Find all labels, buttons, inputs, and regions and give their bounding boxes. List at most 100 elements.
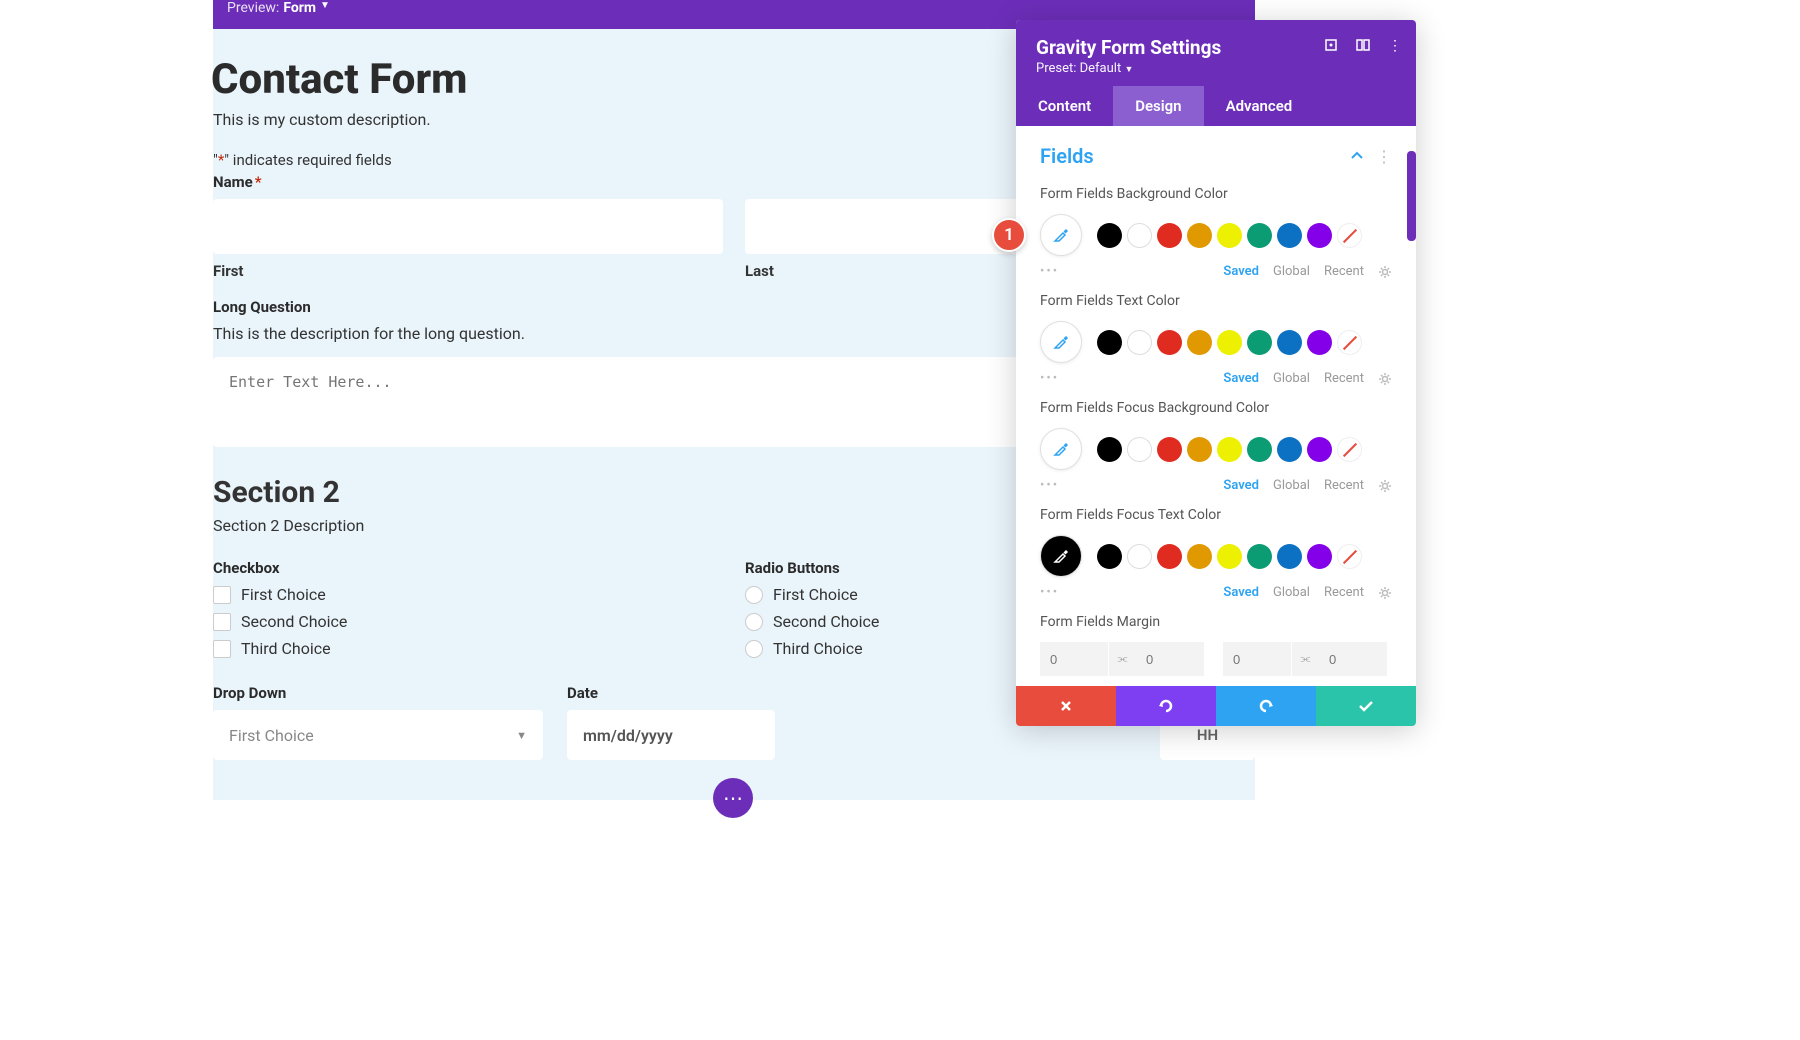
expand-icon[interactable]: [1324, 38, 1338, 54]
palette-tab-global[interactable]: Global: [1273, 478, 1310, 493]
color-swatch[interactable]: [1247, 437, 1272, 462]
more-icon[interactable]: •••: [1040, 371, 1059, 386]
checkbox-icon: [213, 640, 231, 658]
preset-dropdown[interactable]: Preset: Default ▼: [1036, 61, 1396, 76]
palette-tab-saved[interactable]: Saved: [1223, 371, 1259, 386]
color-swatch[interactable]: [1097, 437, 1122, 462]
link-icon[interactable]: ⫘: [1108, 642, 1136, 676]
panel-body: Fields ⋮ Form Fields Background Color ••…: [1016, 126, 1416, 686]
color-swatch[interactable]: [1277, 223, 1302, 248]
undo-button[interactable]: [1116, 686, 1216, 726]
gear-icon[interactable]: [1378, 372, 1392, 386]
tab-design[interactable]: Design: [1113, 86, 1203, 126]
module-actions-button[interactable]: ⋯: [713, 778, 753, 818]
eyedropper-button[interactable]: [1040, 321, 1082, 363]
gear-icon[interactable]: [1378, 586, 1392, 600]
palette-tab-saved[interactable]: Saved: [1223, 478, 1259, 493]
color-swatch[interactable]: [1307, 223, 1332, 248]
color-swatch[interactable]: [1157, 223, 1182, 248]
color-swatch[interactable]: [1157, 544, 1182, 569]
checkbox-icon: [213, 586, 231, 604]
color-swatch[interactable]: [1127, 544, 1152, 569]
tab-advanced[interactable]: Advanced: [1204, 86, 1315, 126]
collapse-icon[interactable]: [1350, 149, 1364, 163]
snap-icon[interactable]: [1356, 38, 1370, 54]
color-swatch[interactable]: [1277, 330, 1302, 355]
color-swatch[interactable]: [1307, 544, 1332, 569]
checkbox-icon: [213, 613, 231, 631]
palette-tab-recent[interactable]: Recent: [1324, 264, 1364, 279]
checkbox-option[interactable]: Second Choice: [213, 612, 723, 631]
margin-left-input[interactable]: [1223, 642, 1291, 676]
color-swatch[interactable]: [1247, 330, 1272, 355]
color-swatch[interactable]: [1217, 223, 1242, 248]
color-swatch-none[interactable]: [1337, 544, 1362, 569]
checkbox-option[interactable]: First Choice: [213, 585, 723, 604]
cancel-button[interactable]: [1016, 686, 1116, 726]
color-swatch[interactable]: [1127, 437, 1152, 462]
margin-right-input[interactable]: [1319, 642, 1387, 676]
color-swatch-none[interactable]: [1337, 330, 1362, 355]
preview-target: Form: [283, 0, 316, 16]
color-swatch[interactable]: [1187, 437, 1212, 462]
more-icon[interactable]: •••: [1040, 478, 1059, 493]
palette-tab-recent[interactable]: Recent: [1324, 371, 1364, 386]
color-swatch[interactable]: [1127, 223, 1152, 248]
color-swatch[interactable]: [1277, 544, 1302, 569]
color-swatch[interactable]: [1277, 437, 1302, 462]
date-label: Date: [567, 684, 775, 702]
margin-bottom-input[interactable]: [1136, 642, 1204, 676]
palette-tab-recent[interactable]: Recent: [1324, 585, 1364, 600]
color-swatch[interactable]: [1217, 437, 1242, 462]
gear-icon[interactable]: [1378, 479, 1392, 493]
eyedropper-icon: [1053, 334, 1069, 350]
more-icon[interactable]: •••: [1040, 264, 1059, 279]
color-swatch[interactable]: [1157, 437, 1182, 462]
panel-tabs: Content Design Advanced: [1016, 86, 1416, 126]
palette-tab-global[interactable]: Global: [1273, 264, 1310, 279]
color-swatch[interactable]: [1187, 223, 1212, 248]
checkbox-label: Checkbox: [213, 559, 723, 577]
dropdown-select[interactable]: First Choice ▼: [213, 710, 543, 760]
checkbox-option[interactable]: Third Choice: [213, 639, 723, 658]
color-swatch[interactable]: [1307, 437, 1332, 462]
radio-icon: [745, 586, 763, 604]
color-swatch[interactable]: [1097, 330, 1122, 355]
eyedropper-button[interactable]: [1040, 535, 1082, 577]
margin-top-input[interactable]: [1040, 642, 1108, 676]
color-swatch-none[interactable]: [1337, 437, 1362, 462]
more-icon[interactable]: ⋮: [1376, 147, 1392, 166]
more-icon[interactable]: •••: [1040, 585, 1059, 600]
fields-section-title[interactable]: Fields: [1040, 144, 1094, 168]
redo-button[interactable]: [1216, 686, 1316, 726]
first-name-input[interactable]: [213, 199, 723, 254]
color-swatch[interactable]: [1097, 544, 1122, 569]
date-input[interactable]: mm/dd/yyyy: [567, 710, 775, 760]
eyedropper-button[interactable]: [1040, 428, 1082, 470]
color-swatch[interactable]: [1217, 544, 1242, 569]
palette-tab-global[interactable]: Global: [1273, 585, 1310, 600]
palette-tab-global[interactable]: Global: [1273, 371, 1310, 386]
gear-icon[interactable]: [1378, 265, 1392, 279]
palette-tab-recent[interactable]: Recent: [1324, 478, 1364, 493]
color-swatch[interactable]: [1157, 330, 1182, 355]
save-button[interactable]: [1316, 686, 1416, 726]
color-swatch[interactable]: [1247, 544, 1272, 569]
tab-content[interactable]: Content: [1016, 86, 1113, 126]
palette-tab-saved[interactable]: Saved: [1223, 264, 1259, 279]
more-icon[interactable]: ⋮: [1388, 38, 1402, 54]
color-swatch-none[interactable]: [1337, 223, 1362, 248]
color-swatch[interactable]: [1217, 330, 1242, 355]
chevron-down-icon: ▼: [320, 0, 330, 11]
color-swatch[interactable]: [1307, 330, 1332, 355]
color-swatch[interactable]: [1127, 330, 1152, 355]
color-swatch[interactable]: [1187, 544, 1212, 569]
color-swatch[interactable]: [1187, 330, 1212, 355]
palette-tab-saved[interactable]: Saved: [1223, 585, 1259, 600]
color-section-label: Form Fields Text Color: [1040, 293, 1392, 309]
radio-icon: [745, 613, 763, 631]
color-swatch[interactable]: [1097, 223, 1122, 248]
eyedropper-button[interactable]: [1040, 214, 1082, 256]
link-icon[interactable]: ⫘: [1291, 642, 1319, 676]
color-swatch[interactable]: [1247, 223, 1272, 248]
